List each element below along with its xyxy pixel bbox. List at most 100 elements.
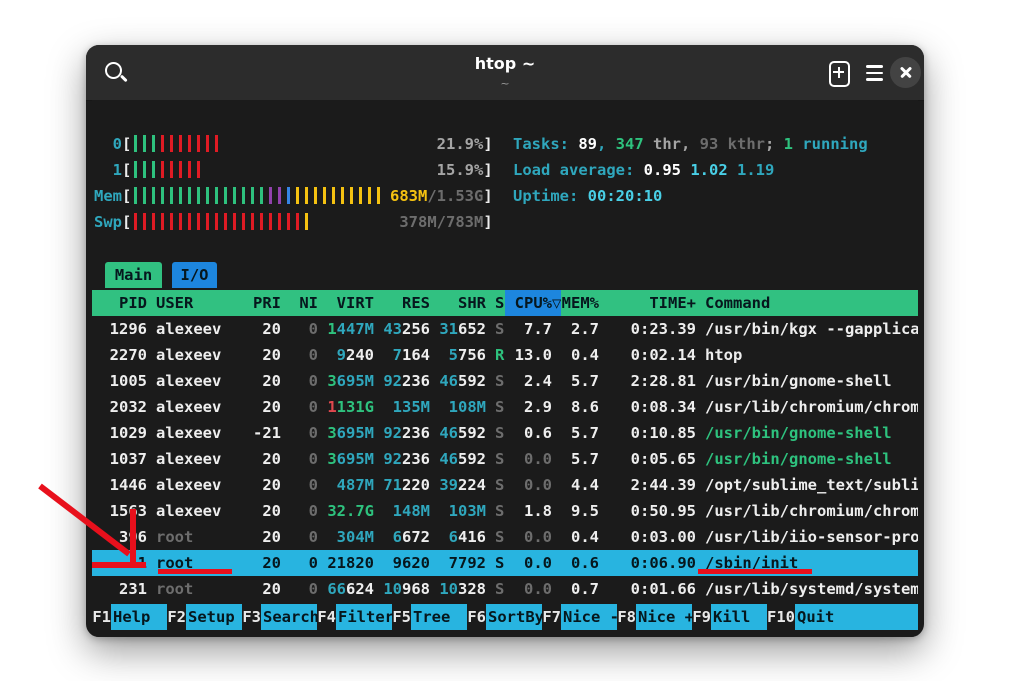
- fkey-f4[interactable]: F4: [317, 604, 336, 630]
- meter-bar: [287, 187, 290, 204]
- meter-bar: [332, 187, 335, 204]
- fkey-f1[interactable]: F1: [92, 604, 111, 630]
- meter-0: 0[21.9%]: [94, 131, 493, 157]
- terminal-area[interactable]: 0[21.9%]1[15.9%]Mem[683M/1.53G]Swp[378M/…: [92, 100, 918, 637]
- meter-bar: [242, 213, 245, 230]
- fkey-label-nice[interactable]: Nice +: [636, 604, 692, 630]
- meter-bar: [206, 213, 209, 230]
- summary-line: Load average: 0.95 1.02 1.19: [513, 157, 774, 183]
- process-row[interactable]: 1563alexeev20032.7G148M103MS1.8 9.50:50.…: [92, 498, 918, 524]
- meter-bar: [224, 213, 227, 230]
- process-row[interactable]: 2270alexeev200924071645756R13.0 0.40:02.…: [92, 342, 918, 368]
- col-header-virt[interactable]: VIRT: [318, 290, 374, 316]
- meter-bar: [296, 187, 299, 204]
- fkey-f7[interactable]: F7: [542, 604, 561, 630]
- new-tab-button[interactable]: [826, 60, 852, 86]
- meter-bar: [143, 187, 146, 204]
- meter-bar: [197, 213, 200, 230]
- meter-bar: [296, 213, 299, 230]
- process-row[interactable]: 231root200666241096810328S0.0 0.70:01.66…: [92, 576, 918, 602]
- meter-bar: [233, 213, 236, 230]
- meter-1: 1[15.9%]: [94, 157, 493, 183]
- window-title: htop ~: [86, 54, 924, 73]
- process-row[interactable]: 1029alexeev-2103695M9223646592S0.6 5.70:…: [92, 420, 918, 446]
- fkey-f10[interactable]: F10: [767, 604, 795, 630]
- process-row[interactable]: 1296alexeev2001447M4325631652S7.7 2.70:2…: [92, 316, 918, 342]
- meter-bar: [134, 135, 137, 152]
- meter-bar: [179, 135, 182, 152]
- meter-swp: Swp[378M/783M]: [94, 209, 493, 235]
- meter-bar: [188, 161, 191, 178]
- fkey-label-sortby[interactable]: SortBy: [486, 604, 542, 630]
- fkey-f9[interactable]: F9: [692, 604, 711, 630]
- col-header-pri[interactable]: PRI: [240, 290, 281, 316]
- process-row[interactable]: 1446alexeev200487M7122039224S0.0 4.42:44…: [92, 472, 918, 498]
- fkey-label-filter[interactable]: Filter: [336, 604, 392, 630]
- process-row-selected[interactable]: 1root2002182096207792S0.0 0.60:06.90/sbi…: [92, 550, 918, 576]
- screenshot-stage: htop ~ ~ 0[21.9: [0, 0, 1009, 681]
- col-header-mem[interactable]: MEM%: [561, 290, 599, 316]
- fkey-f3[interactable]: F3: [242, 604, 261, 630]
- tab-main[interactable]: Main: [105, 262, 162, 288]
- meter-bar: [278, 213, 281, 230]
- fkey-f8[interactable]: F8: [617, 604, 636, 630]
- col-header-ni[interactable]: NI: [281, 290, 318, 316]
- fkey-label-nice[interactable]: Nice -: [561, 604, 617, 630]
- col-header-res[interactable]: RES: [374, 290, 430, 316]
- col-header-s[interactable]: S: [486, 290, 505, 316]
- meter-bar: [152, 135, 155, 152]
- meter-bar: [233, 187, 236, 204]
- process-row[interactable]: 2032alexeev2001131G135M108MS2.9 8.60:08.…: [92, 394, 918, 420]
- meter-bar: [215, 135, 218, 152]
- meter-bar: [377, 187, 380, 204]
- meter-bar: [251, 187, 254, 204]
- process-row[interactable]: 396root200304M66726416S0.0 0.40:03.00/us…: [92, 524, 918, 550]
- col-header-command[interactable]: Command: [696, 290, 918, 316]
- window-titlebar[interactable]: htop ~ ~: [86, 45, 924, 101]
- summary-line: Tasks: 89, 347 thr, 93 kthr; 1 running: [513, 131, 868, 157]
- tab-io[interactable]: I/O: [172, 262, 217, 288]
- meter-bar: [143, 161, 146, 178]
- meter-bar: [350, 187, 353, 204]
- meter-bar: [224, 187, 227, 204]
- meter-bar: [260, 213, 263, 230]
- fkey-label-tree[interactable]: Tree: [411, 604, 467, 630]
- meter-bar: [215, 187, 218, 204]
- fkey-label-setup[interactable]: Setup: [186, 604, 242, 630]
- fkey-label-quit[interactable]: Quit: [795, 604, 918, 630]
- meter-bar: [269, 213, 272, 230]
- menu-button[interactable]: [864, 62, 886, 84]
- process-row[interactable]: 1037alexeev2003695M9223646592S0.0 5.70:0…: [92, 446, 918, 472]
- fkey-label-help[interactable]: Help: [111, 604, 167, 630]
- meter-bar: [170, 187, 173, 204]
- meter-bar: [161, 135, 164, 152]
- meter-bar: [269, 187, 272, 204]
- meter-bar: [161, 187, 164, 204]
- meter-bar: [305, 213, 308, 230]
- meter-bar: [134, 213, 137, 230]
- meter-bar: [197, 135, 200, 152]
- meter-bar: [323, 187, 326, 204]
- col-header-time[interactable]: TIME+: [599, 290, 696, 316]
- fkey-f2[interactable]: F2: [167, 604, 186, 630]
- col-header-user[interactable]: USER: [147, 290, 240, 316]
- meter-bar: [206, 135, 209, 152]
- close-button[interactable]: [890, 57, 921, 88]
- col-header-pid[interactable]: PID: [100, 290, 147, 316]
- meter-bar: [260, 187, 263, 204]
- col-header-cpu[interactable]: CPU%: [505, 290, 552, 316]
- meter-bar: [134, 161, 137, 178]
- meter-bar: [215, 213, 218, 230]
- fkey-label-kill[interactable]: Kill: [711, 604, 767, 630]
- meter-bar: [197, 187, 200, 204]
- meter-bar: [152, 187, 155, 204]
- fkey-f5[interactable]: F5: [392, 604, 411, 630]
- meter-bar: [197, 161, 200, 178]
- col-header-shr[interactable]: SHR: [430, 290, 486, 316]
- meter-bar: [179, 187, 182, 204]
- meter-bar: [170, 135, 173, 152]
- fkey-f6[interactable]: F6: [467, 604, 486, 630]
- fkey-label-search[interactable]: Search: [261, 604, 317, 630]
- meter-bar: [179, 213, 182, 230]
- process-row[interactable]: 1005alexeev2003695M9223646592S2.4 5.72:2…: [92, 368, 918, 394]
